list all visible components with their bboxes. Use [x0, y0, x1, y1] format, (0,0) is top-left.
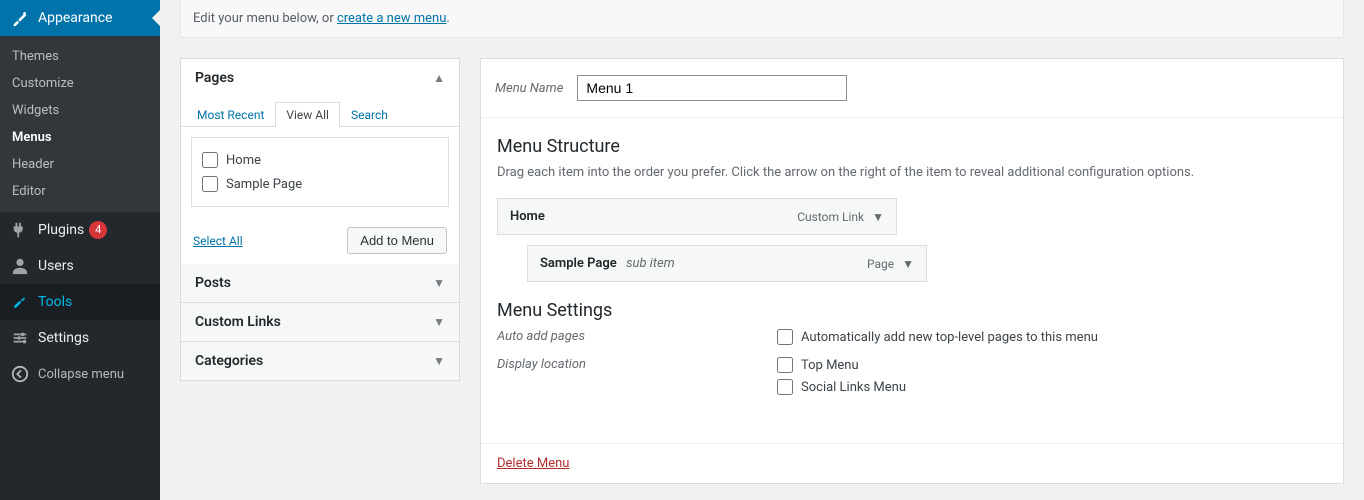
- sidebar-item-tools[interactable]: Tools: [0, 284, 160, 320]
- accordion-customlinks-header[interactable]: Custom Links ▼: [181, 303, 459, 342]
- page-checkbox-sample[interactable]: Sample Page: [202, 172, 438, 196]
- sidebar-item-label: Plugins: [38, 222, 84, 238]
- menu-item-title: Home: [510, 209, 545, 224]
- location-top-menu[interactable]: Top Menu: [777, 357, 906, 373]
- caret-down-icon: ▼: [433, 315, 445, 329]
- sidebar-sub-widgets[interactable]: Widgets: [0, 97, 160, 124]
- add-to-menu-button[interactable]: Add to Menu: [347, 227, 447, 254]
- admin-sidebar: Appearance Themes Customize Widgets Menu…: [0, 0, 160, 500]
- sliders-icon: [10, 328, 30, 348]
- checkbox-input[interactable]: [777, 379, 793, 395]
- pages-footer: Select All Add to Menu: [181, 217, 459, 264]
- menu-edit-column: Menu Name Menu Structure Drag each item …: [480, 58, 1344, 484]
- checkbox-label: Home: [226, 153, 261, 168]
- caret-down-icon: ▼: [433, 354, 445, 368]
- accordion-pages-body: Most Recent View All Search Home Sa: [181, 102, 459, 264]
- plugins-badge: 4: [89, 221, 107, 239]
- plug-icon: [10, 220, 30, 240]
- menu-structure-title: Menu Structure: [497, 136, 1327, 157]
- menu-item-title: Sample Page sub item: [540, 256, 675, 271]
- menu-footer: Delete Menu: [481, 443, 1343, 483]
- location-social-links[interactable]: Social Links Menu: [777, 379, 906, 395]
- sidebar-item-label: Settings: [38, 330, 89, 346]
- pages-checklist: Home Sample Page: [191, 137, 449, 207]
- sidebar-sub-menus[interactable]: Menus: [0, 124, 160, 151]
- auto-add-checkbox[interactable]: Automatically add new top-level pages to…: [777, 329, 1098, 345]
- menu-item-home[interactable]: Home Custom Link ▼: [497, 198, 897, 235]
- caret-down-icon: ▼: [433, 276, 445, 290]
- menu-settings-title: Menu Settings: [497, 300, 1327, 321]
- sidebar-item-plugins[interactable]: Plugins 4: [0, 212, 160, 248]
- accordion-pages: Pages ▲ Most Recent View All Search H: [180, 58, 460, 381]
- menu-structure-hint: Drag each item into the order you prefer…: [497, 165, 1327, 180]
- sidebar-sub-themes[interactable]: Themes: [0, 43, 160, 70]
- accordion-categories-header[interactable]: Categories ▼: [181, 342, 459, 380]
- acc-title: Custom Links: [195, 314, 281, 330]
- checkbox-input[interactable]: [202, 176, 218, 192]
- caret-up-icon: ▲: [433, 71, 445, 85]
- delete-menu-link[interactable]: Delete Menu: [497, 456, 569, 471]
- wrench-icon: [10, 292, 30, 312]
- checkbox-input[interactable]: [777, 357, 793, 373]
- sidebar-item-label: Tools: [38, 294, 72, 310]
- acc-title: Posts: [195, 275, 231, 291]
- menu-item-sub: sub item: [626, 256, 675, 271]
- auto-add-label: Auto add pages: [497, 329, 777, 351]
- sidebar-sub-customize[interactable]: Customize: [0, 70, 160, 97]
- accordion-pages-header[interactable]: Pages ▲: [181, 59, 459, 97]
- edit-notice: Edit your menu below, or create a new me…: [180, 0, 1344, 38]
- notice-text: Edit your menu below, or: [193, 11, 337, 26]
- checkbox-input[interactable]: [202, 152, 218, 168]
- menu-name-input[interactable]: [577, 75, 847, 101]
- create-menu-link[interactable]: create a new menu: [337, 11, 446, 26]
- checkbox-input[interactable]: [777, 329, 793, 345]
- tab-most-recent[interactable]: Most Recent: [186, 102, 275, 127]
- collapse-label: Collapse menu: [38, 367, 124, 382]
- display-location-row: Display location Top Menu Social Links M…: [497, 357, 1327, 401]
- accordion-posts-header[interactable]: Posts ▼: [181, 264, 459, 303]
- page-checkbox-home[interactable]: Home: [202, 148, 438, 172]
- select-all-link[interactable]: Select All: [193, 234, 243, 248]
- sidebar-item-appearance[interactable]: Appearance: [0, 0, 160, 36]
- checkbox-label: Automatically add new top-level pages to…: [801, 330, 1098, 345]
- collapse-icon: [10, 364, 30, 384]
- sidebar-sub-header[interactable]: Header: [0, 151, 160, 178]
- caret-down-icon[interactable]: ▼: [902, 257, 914, 271]
- sidebar-item-settings[interactable]: Settings: [0, 320, 160, 356]
- checkbox-label: Social Links Menu: [801, 380, 906, 395]
- notice-period: .: [446, 11, 449, 26]
- main-content: Edit your menu below, or create a new me…: [160, 0, 1364, 500]
- sidebar-item-label: Users: [38, 258, 74, 274]
- tab-view-all[interactable]: View All: [275, 102, 340, 127]
- caret-down-icon[interactable]: ▼: [872, 210, 884, 224]
- menu-item-type: Custom Link ▼: [797, 210, 884, 224]
- collapse-menu[interactable]: Collapse menu: [0, 356, 160, 392]
- checkbox-label: Top Menu: [801, 358, 859, 373]
- sidebar-item-label: Appearance: [38, 10, 112, 26]
- menu-item-type: Page ▼: [867, 257, 914, 271]
- sidebar-sub-editor[interactable]: Editor: [0, 178, 160, 205]
- user-icon: [10, 256, 30, 276]
- display-location-label: Display location: [497, 357, 777, 401]
- menu-item-sample-page[interactable]: Sample Page sub item Page ▼: [527, 245, 927, 282]
- checkbox-label: Sample Page: [226, 177, 302, 192]
- menu-name-label: Menu Name: [495, 81, 563, 96]
- paintbrush-icon: [10, 8, 30, 28]
- tab-search[interactable]: Search: [340, 102, 399, 127]
- acc-title: Pages: [195, 70, 234, 86]
- menu-name-row: Menu Name: [481, 59, 1343, 118]
- pages-tabs: Most Recent View All Search: [181, 102, 459, 127]
- auto-add-row: Auto add pages Automatically add new top…: [497, 329, 1327, 351]
- sidebar-sub-appearance: Themes Customize Widgets Menus Header Ed…: [0, 36, 160, 212]
- add-items-column: Pages ▲ Most Recent View All Search H: [180, 58, 460, 484]
- sidebar-item-users[interactable]: Users: [0, 248, 160, 284]
- acc-title: Categories: [195, 353, 263, 369]
